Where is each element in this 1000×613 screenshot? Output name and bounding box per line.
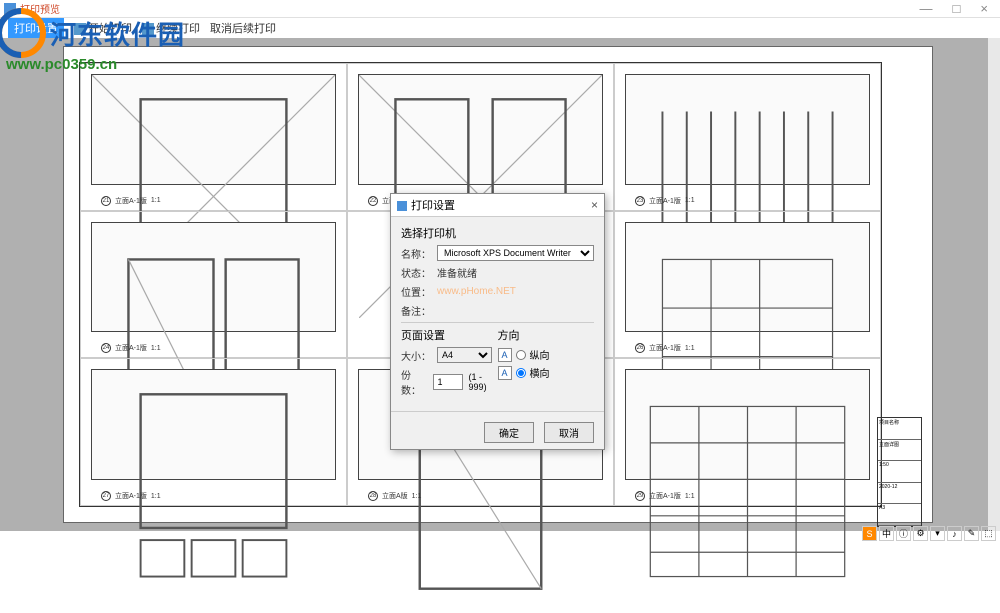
drawing-cell: 24立面A-1版1:1: [80, 211, 347, 359]
landscape-radio[interactable]: [516, 368, 526, 378]
window-title: 打印预览: [20, 1, 920, 16]
orient-section-label: 方向: [498, 327, 595, 343]
window-controls: — □ ×: [920, 1, 996, 16]
vertical-scrollbar[interactable]: [988, 38, 1000, 531]
dialog-icon: [397, 201, 407, 211]
tray-icon[interactable]: ⓘ: [896, 526, 911, 541]
system-tray: S 中 ⓘ ⚙ ▾ ♪ ✎ ⬚: [862, 526, 996, 541]
portrait-label: 纵向: [530, 347, 550, 362]
page-section-label: 页面设置: [401, 327, 498, 343]
dialog-watermark: www.pHome.NET: [437, 286, 594, 297]
app-icon: [4, 3, 16, 15]
continue-icon: [142, 23, 154, 35]
tray-icon[interactable]: ⬚: [981, 526, 996, 541]
dialog-title: 打印设置: [411, 200, 455, 212]
name-label: 名称：: [401, 246, 431, 261]
tray-icon[interactable]: ⚙: [913, 526, 928, 541]
title-bar: 打印预览 — □ ×: [0, 0, 1000, 18]
comment-label: 备注：: [401, 303, 431, 318]
tray-icon[interactable]: ♪: [947, 526, 962, 541]
ime-icon[interactable]: S: [862, 526, 877, 541]
drawing-cell: 27立面A-1版1:1: [80, 358, 347, 506]
copies-label: 份数：: [401, 367, 427, 397]
portrait-icon: A: [498, 348, 512, 362]
maximize-button[interactable]: □: [953, 1, 961, 16]
copies-input[interactable]: [433, 374, 463, 390]
dialog-close-button[interactable]: ×: [591, 198, 598, 212]
portrait-radio[interactable]: [516, 350, 526, 360]
menu-print-settings[interactable]: 打印设置: [8, 18, 64, 38]
drawing-cell: 23立面A-1版1:1: [614, 63, 881, 211]
paper-size-select[interactable]: A4: [437, 347, 492, 363]
print-settings-dialog: 打印设置 × 选择打印机 名称： Microsoft XPS Document …: [390, 193, 605, 450]
menu-cancel-print[interactable]: 取消后续打印: [210, 20, 276, 36]
menu-bar: 打印设置 开始打印 继续打印 取消后续打印: [0, 18, 1000, 38]
location-label: 位置：: [401, 284, 431, 299]
ok-button[interactable]: 确定: [484, 422, 534, 443]
printer-section-label: 选择打印机: [401, 225, 594, 241]
menu-continue-print[interactable]: 继续打印: [142, 20, 200, 36]
menu-start-print[interactable]: 开始打印: [74, 20, 132, 36]
copies-range: (1 - 999): [469, 372, 498, 392]
cancel-button[interactable]: 取消: [544, 422, 594, 443]
drawing-cell: 29立面A-1版1:1: [614, 358, 881, 506]
print-icon: [74, 23, 86, 35]
printer-select[interactable]: Microsoft XPS Document Writer: [437, 245, 594, 261]
size-label: 大小：: [401, 348, 431, 363]
minimize-button[interactable]: —: [920, 1, 933, 16]
status-label: 状态：: [401, 265, 431, 280]
landscape-icon: A: [498, 366, 512, 380]
status-value: 准备就绪: [437, 265, 594, 280]
drawing-cell: 21立面A-1版1:1: [80, 63, 347, 211]
drawing-cell: 22立面A-1版1:1: [347, 63, 614, 211]
tray-icon[interactable]: ▾: [930, 526, 945, 541]
drawing-cell: 26立面A-1版1:1: [614, 211, 881, 359]
dialog-title-bar[interactable]: 打印设置 ×: [391, 194, 604, 217]
tray-icon[interactable]: 中: [879, 526, 894, 541]
title-block: 项目名称 立面详图 1:50 2020-12 A3: [877, 417, 922, 527]
close-button[interactable]: ×: [980, 1, 988, 16]
tray-icon[interactable]: ✎: [964, 526, 979, 541]
landscape-label: 横向: [530, 365, 550, 380]
